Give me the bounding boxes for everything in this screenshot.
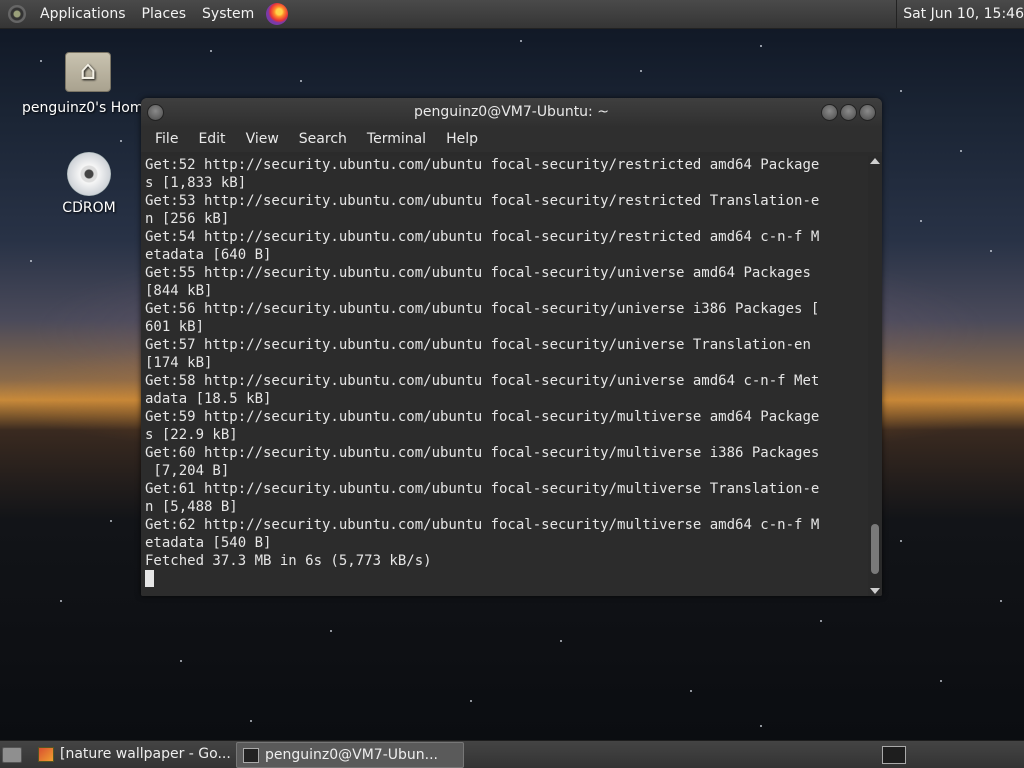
terminal-line: Fetched 37.3 MB in 6s (5,773 kB/s) <box>145 553 432 569</box>
terminal-line: Get:52 http://security.ubuntu.com/ubuntu… <box>145 157 820 173</box>
terminal-line: Get:55 http://security.ubuntu.com/ubuntu… <box>145 265 811 281</box>
window-titlebar[interactable]: penguinz0@VM7-Ubuntu: ~ <box>141 98 882 126</box>
menu-terminal[interactable]: Terminal <box>357 126 436 152</box>
terminal-line: [844 kB] <box>145 283 213 299</box>
distro-logo-icon[interactable] <box>8 5 26 23</box>
firefox-icon[interactable] <box>266 3 289 25</box>
terminal-icon <box>243 748 259 763</box>
terminal-line: Get:57 http://security.ubuntu.com/ubuntu… <box>145 337 811 353</box>
menu-file[interactable]: File <box>145 126 188 152</box>
tray-terminal-icon[interactable] <box>882 746 906 764</box>
menu-edit[interactable]: Edit <box>188 126 235 152</box>
desktop-icon-cdrom[interactable]: CDROM <box>46 152 132 216</box>
terminal-line: Get:53 http://security.ubuntu.com/ubuntu… <box>145 193 820 209</box>
terminal-line: Get:60 http://security.ubuntu.com/ubuntu… <box>145 445 820 461</box>
firefox-icon <box>38 747 54 762</box>
terminal-line: Get:61 http://security.ubuntu.com/ubuntu… <box>145 481 820 497</box>
terminal-menubar: File Edit View Search Terminal Help <box>141 126 882 152</box>
terminal-line: s [1,833 kB] <box>145 175 247 191</box>
terminal-line: etadata [540 B] <box>145 535 272 551</box>
terminal-line: [174 kB] <box>145 355 213 371</box>
menu-places[interactable]: Places <box>134 0 195 28</box>
terminal-line: n [256 kB] <box>145 211 230 227</box>
terminal-line: Get:59 http://security.ubuntu.com/ubuntu… <box>145 409 820 425</box>
terminal-scrollbar[interactable] <box>868 156 882 596</box>
text-cursor <box>145 570 154 587</box>
scroll-up-icon[interactable] <box>870 158 880 164</box>
taskbar-item-terminal[interactable]: penguinz0@VM7-Ubun... <box>236 742 464 768</box>
menu-applications[interactable]: Applications <box>32 0 134 28</box>
terminal-line: Get:54 http://security.ubuntu.com/ubuntu… <box>145 229 820 245</box>
desktop-icon-label: CDROM <box>62 200 116 216</box>
top-panel: Applications Places System Sat Jun 10, 1… <box>0 0 1024 29</box>
maximize-icon[interactable] <box>840 104 857 121</box>
terminal-line: adata [18.5 kB] <box>145 391 272 407</box>
desktop-icon-home[interactable]: penguinz0's Hom <box>22 52 154 116</box>
terminal-prompt-line <box>145 570 868 588</box>
taskbar-item-label: penguinz0@VM7-Ubun... <box>265 747 438 763</box>
terminal-text: Get:52 http://security.ubuntu.com/ubuntu… <box>141 156 868 588</box>
show-desktop-icon[interactable] <box>2 747 22 763</box>
minimize-icon[interactable] <box>821 104 838 121</box>
close-icon[interactable] <box>859 104 876 121</box>
terminal-line: n [5,488 B] <box>145 499 238 515</box>
desktop-icon-label: penguinz0's Hom <box>22 100 142 116</box>
terminal-output[interactable]: Get:52 http://security.ubuntu.com/ubuntu… <box>141 156 868 596</box>
terminal-line: Get:56 http://security.ubuntu.com/ubuntu… <box>145 301 820 317</box>
terminal-line: s [22.9 kB] <box>145 427 238 443</box>
terminal-window[interactable]: penguinz0@VM7-Ubuntu: ~ File Edit View S… <box>141 98 882 596</box>
bottom-panel: [nature wallpaper - Go... penguinz0@VM7-… <box>0 740 1024 768</box>
terminal-line: etadata [640 B] <box>145 247 272 263</box>
scroll-thumb[interactable] <box>871 524 879 574</box>
window-title: penguinz0@VM7-Ubuntu: ~ <box>414 104 609 120</box>
taskbar-item-label: [nature wallpaper - Go... <box>60 746 231 762</box>
cdrom-icon <box>67 152 111 196</box>
menu-view[interactable]: View <box>236 126 289 152</box>
menu-help[interactable]: Help <box>436 126 488 152</box>
terminal-line: 601 kB] <box>145 319 205 335</box>
terminal-line: Get:58 http://security.ubuntu.com/ubuntu… <box>145 373 820 389</box>
scroll-down-icon[interactable] <box>870 588 880 594</box>
menu-search[interactable]: Search <box>289 126 357 152</box>
terminal-line: Get:62 http://security.ubuntu.com/ubuntu… <box>145 517 820 533</box>
taskbar-item-browser[interactable]: [nature wallpaper - Go... <box>32 742 256 766</box>
clock[interactable]: Sat Jun 10, 15:46 <box>896 0 1024 28</box>
menu-system[interactable]: System <box>194 0 262 28</box>
window-menu-icon[interactable] <box>147 104 164 121</box>
terminal-line: [7,204 B] <box>145 463 230 479</box>
home-folder-icon <box>65 52 111 92</box>
